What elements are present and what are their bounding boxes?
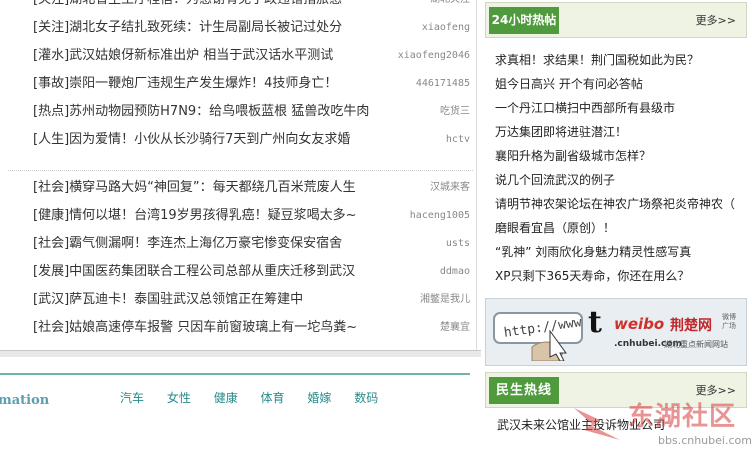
news-title-link[interactable]: [人生]因为爱情！小伙从长沙骑行7天到广州向女友求婚 (33, 132, 350, 147)
news-author[interactable]: 446171485 (416, 70, 470, 98)
news-author[interactable]: haceng1005 (410, 202, 470, 230)
news-author[interactable]: ddmao (440, 258, 470, 286)
channel-link-health[interactable]: 健康 (214, 391, 238, 405)
list-divider (8, 170, 473, 171)
channel-link-women[interactable]: 女性 (167, 391, 191, 405)
channel-bar: mation 汽车 女性 健康 体育 婚嫁 数码 (0, 371, 481, 411)
right-sidebar: 24小时热帖 更多>> 求真相！求结果！荆门国税如此为民？ 姐今日高兴 开个有问必… (485, 0, 752, 456)
channel-link-digital[interactable]: 数码 (354, 391, 378, 405)
news-list-top: [关注]湖北省生王厅程信：为感谢有免子政违错指旅感湖北关注[关注]湖北女子结扎致… (33, 0, 473, 154)
news-list-bottom: [社会]横穿马路大妈“神回复”：每天都绕几百米荒废人生 汉城来客 [健康]情何以堪！… (33, 174, 473, 342)
hot-list-item[interactable]: “乳神” 刘雨欣化身魅力精灵性感写真 (495, 240, 750, 264)
watermark-url: bbs.cnhubei.com (658, 434, 752, 447)
news-item: [社会]横穿马路大妈“神回复”：每天都绕几百米荒废人生 汉城来客 (33, 174, 473, 202)
news-item: [社会]姑娘高速停车报警 只因车前窗玻璃上有一坨鸟粪~ 楚襄宜 (33, 314, 473, 342)
channel-link-sports[interactable]: 体育 (261, 391, 285, 405)
news-item: [武汉]萨瓦迪卡！泰国驻武汉总领馆正在筹建中 湘鳖是我儿 (33, 286, 473, 314)
hot-list-item[interactable]: 襄阳升格为副省级城市怎样？ (495, 144, 750, 168)
news-author[interactable]: 湖北关注 (430, 0, 470, 14)
weibo-logo-text: weibo (614, 315, 665, 333)
news-title-link[interactable]: [关注]湖北女子结扎致死续：计生局副局长被记过处分 (33, 20, 342, 35)
channel-link-auto[interactable]: 汽车 (120, 391, 144, 405)
browser-hand-icon: http://www. (493, 312, 584, 361)
news-title-link[interactable]: [社会]横穿马路大妈“神回复”：每天都绕几百米荒废人生 (33, 180, 356, 195)
channel-title: mation (0, 393, 50, 408)
hot-list-item[interactable]: 磨眼看宜昌（原创）！ (495, 216, 750, 240)
news-item: [事故]崇阳一鞭炮厂违规生产发生爆炸！4技师身亡！ 446171485 (33, 70, 473, 98)
news-author[interactable]: usts (446, 230, 470, 258)
hot-list-item[interactable]: XP只剩下365天寿命，你还在用么？ (495, 264, 750, 288)
weibo-brand: 荆楚网 (670, 318, 712, 334)
column-divider (476, 0, 477, 354)
news-title-link[interactable]: [社会]姑娘高速停车报警 只因车前窗玻璃上有一坨鸟粪~ (33, 320, 357, 335)
news-author[interactable]: xiaofeng (422, 14, 470, 42)
watermark-text: 东湖社区 (628, 402, 737, 432)
hot-list-item[interactable]: 求真相！求结果！荆门国税如此为民？ (495, 48, 750, 72)
news-title-link[interactable]: [健康]情何以堪！台湾19岁男孩得乳癌！疑豆浆喝太多~ (33, 208, 357, 223)
news-title-link[interactable]: [关注]湖北省生王厅程信：为感谢有免子政违错指旅感 (33, 0, 342, 7)
news-item: [关注]湖北女子结扎致死续：计生局副局长被记过处分 xiaofeng (33, 14, 473, 42)
news-item: [健康]情何以堪！台湾19岁男孩得乳癌！疑豆浆喝太多~ haceng1005 (33, 202, 473, 230)
news-item: [人生]因为爱情！小伙从长沙骑行7天到广州向女友求婚 hctv (33, 126, 473, 154)
hot-panel-header: 24小时热帖 更多>> (485, 2, 747, 38)
channel-rule (0, 373, 470, 375)
weibo-logo-letter: t (588, 305, 602, 340)
hot-list: 求真相！求结果！荆门国税如此为民？ 姐今日高兴 开个有问必答帖 一个丹江口横扫中西部… (495, 48, 750, 288)
channel-nav: 汽车 女性 健康 体育 婚嫁 数码 (120, 389, 397, 406)
news-author[interactable]: 楚襄宜 (440, 314, 470, 342)
tab-24h-hot[interactable]: 24小时热帖 (489, 7, 559, 34)
watermark-logo-icon (574, 408, 620, 440)
hot-list-item[interactable]: 万达集团即将进驻潜江！ (495, 120, 750, 144)
news-title-link[interactable]: [发展]中国医药集团联合工程公司总部从重庆迁移到武汉 (33, 264, 355, 279)
weibo-square-label: 微博 广场 (722, 313, 736, 330)
news-item: [社会]霸气侧漏啊！李连杰上海亿万豪宅惨变保安宿舍 usts (33, 230, 473, 258)
hot-list-item[interactable]: 姐今日高兴 开个有问必答帖 (495, 72, 750, 96)
hot-list-item[interactable]: 一个丹江口横扫中西部所有县级市 (495, 96, 750, 120)
news-column: [关注]湖北省生王厅程信：为感谢有免子政违错指旅感湖北关注[关注]湖北女子结扎致… (0, 0, 481, 456)
weibo-tagline: 湖北重点新闻网站 (664, 340, 728, 349)
news-title-link[interactable]: [武汉]萨瓦迪卡！泰国驻武汉总领馆正在筹建中 (33, 292, 303, 307)
news-item: [发展]中国医药集团联合工程公司总部从重庆迁移到武汉 ddmao (33, 258, 473, 286)
news-title-link[interactable]: [灌水]武汉姑娘伢新标准出炉 相当于武汉话水平测试 (33, 48, 333, 63)
news-title-link[interactable]: [热点]苏州动物园预防H7N9：给鸟喂板蓝根 猛兽改吃牛肉 (33, 104, 369, 119)
weibo-banner[interactable]: http://www. t weibo 荆楚网 微博 广场 .cnhubei.c… (485, 298, 747, 366)
news-author[interactable]: hctv (446, 126, 470, 154)
news-author[interactable]: xiaofeng2046 (398, 42, 470, 70)
scrollbar-edge[interactable] (0, 350, 481, 357)
news-author[interactable]: 湘鳖是我儿 (420, 286, 470, 314)
news-author[interactable]: 吃货三 (440, 98, 470, 126)
news-title-link[interactable]: [社会]霸气侧漏啊！李连杰上海亿万豪宅惨变保安宿舍 (33, 236, 342, 251)
hot-list-item[interactable]: 请明节神农架论坛在神农广场祭祀炎帝神农（ (495, 192, 750, 216)
news-author[interactable]: 汉城来客 (430, 174, 470, 202)
tab-livelihood-hotline[interactable]: 民生热线 (489, 377, 559, 404)
hot-more-link[interactable]: 更多>> (696, 12, 736, 28)
site-watermark: 东湖社区 bbs.cnhubei.com (570, 396, 752, 456)
channel-link-wedding[interactable]: 婚嫁 (307, 391, 331, 405)
hot-list-item[interactable]: 说几个回流武汉的例子 (495, 168, 750, 192)
news-item: [热点]苏州动物园预防H7N9：给鸟喂板蓝根 猛兽改吃牛肉 吃货三 (33, 98, 473, 126)
news-title-link[interactable]: [事故]崇阳一鞭炮厂违规生产发生爆炸！4技师身亡！ (33, 76, 337, 91)
news-item: [灌水]武汉姑娘伢新标准出炉 相当于武汉话水平测试 xiaofeng2046 (33, 42, 473, 70)
news-item: [关注]湖北省生王厅程信：为感谢有免子政违错指旅感 湖北关注 (33, 0, 473, 14)
